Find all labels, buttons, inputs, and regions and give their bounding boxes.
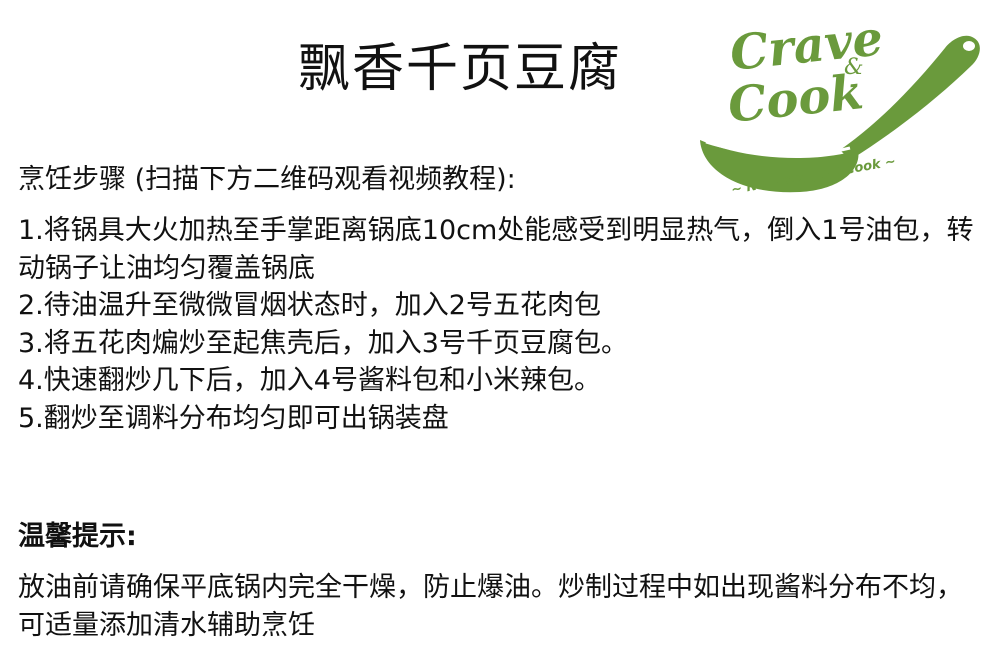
step-item: 4.快速翻炒几下后，加入4号酱料包和小米辣包。 bbox=[18, 365, 601, 396]
step-item: 3.将五花肉煸炒至起焦壳后，加入3号千页豆腐包。 bbox=[18, 327, 628, 359]
step-item: 5.翻炒至调料分布均匀即可出锅装盘 bbox=[18, 402, 449, 434]
tip-body: 放油前请确保平底锅内完全干燥，防止爆油。炒制过程中如出现酱料分布不均，可适量添加… bbox=[18, 572, 963, 641]
steps-heading: 烹饪步骤 (扫描下方二维码观看视频教程): bbox=[18, 164, 516, 195]
tip-heading: 温馨提示: bbox=[18, 521, 137, 552]
steps-list: 1.将锅具大火加热至手掌距离锅底10cm处能感受到明显热气，倒入1号油包，转动锅… bbox=[18, 212, 986, 437]
step-item: 2.待油温升至微微冒烟状态时，加入2号五花肉包 bbox=[18, 290, 601, 321]
recipe-title: 飘香千页豆腐 bbox=[297, 39, 622, 99]
step-item: 1.将锅具大火加热至手掌距离锅底10cm处能感受到明显热气，倒入1号油包，转动锅… bbox=[18, 215, 974, 284]
crave-cook-logo: Crave & Cook ~ No Prep, Just Cook ~ bbox=[700, 10, 980, 198]
